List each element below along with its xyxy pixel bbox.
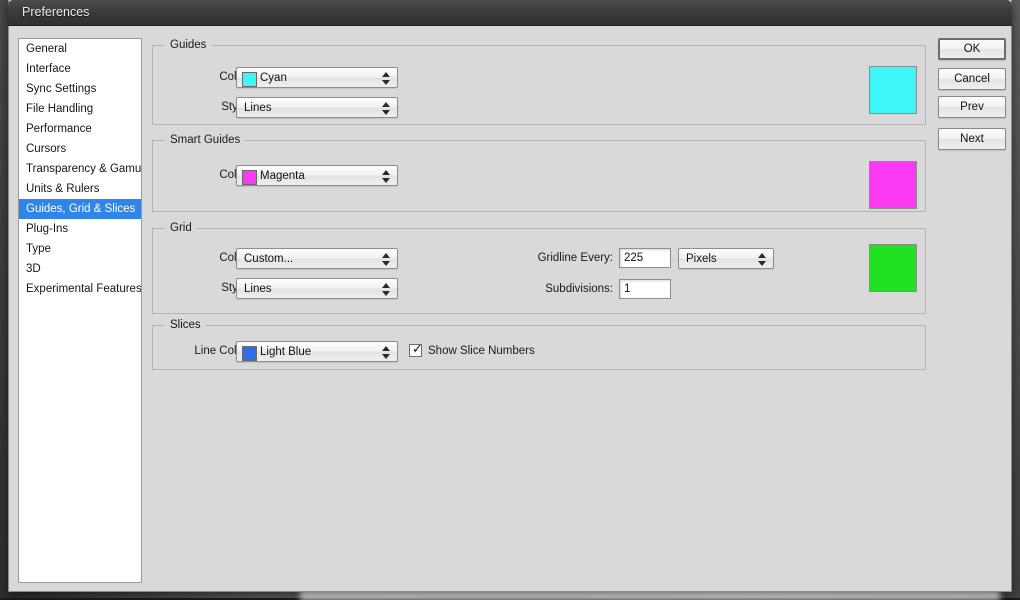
sidebar-item-sync-settings[interactable]: Sync Settings	[19, 79, 141, 99]
gridline-every-input[interactable]	[619, 248, 671, 268]
sidebar-item-cursors[interactable]: Cursors	[19, 139, 141, 159]
sidebar-item-performance[interactable]: Performance	[19, 119, 141, 139]
sidebar-item-3d[interactable]: 3D	[19, 259, 141, 279]
dialog-titlebar: Preferences	[8, 0, 1012, 26]
guides-color-swatch	[242, 72, 257, 87]
prev-button[interactable]: Prev	[938, 96, 1006, 118]
sidebar-item-label: Transparency & Gamut	[26, 163, 142, 175]
smart-guides-color-swatch	[242, 170, 257, 185]
guides-style-value: Lines	[244, 102, 272, 114]
sidebar-item-file-handling[interactable]: File Handling	[19, 99, 141, 119]
slices-line-color-select[interactable]: Light Blue	[236, 341, 398, 362]
subdivisions-label: Subdivisions:	[545, 283, 613, 295]
guides-style-select[interactable]: Lines	[236, 97, 398, 118]
sidebar-item-general[interactable]: General	[19, 39, 141, 59]
grid-color-select[interactable]: Custom...	[236, 248, 398, 269]
sidebar-item-label: Type	[26, 243, 51, 255]
sidebar-item-label: Cursors	[26, 143, 67, 155]
gridline-every-label: Gridline Every:	[537, 252, 613, 264]
sidebar-item-plug-ins[interactable]: Plug-Ins	[19, 219, 141, 239]
guides-group-title: Guides	[165, 39, 212, 51]
slices-line-color-swatch	[242, 346, 257, 361]
smart-guides-color-select[interactable]: Magenta	[236, 165, 398, 186]
chevron-updown-icon	[382, 101, 391, 116]
next-button[interactable]: Next	[938, 128, 1006, 150]
smart-guides-group-title: Smart Guides	[165, 134, 246, 146]
guides-color-select[interactable]: Cyan	[236, 67, 398, 88]
sidebar-item-guides-grid-slices[interactable]: Guides, Grid & Slices	[19, 199, 141, 219]
gridline-unit-value: Pixels	[686, 253, 717, 265]
sidebar-item-interface[interactable]: Interface	[19, 59, 141, 79]
grid-color-preview	[869, 244, 917, 292]
slices-line-color-value: Light Blue	[260, 346, 312, 358]
sidebar-item-type[interactable]: Type	[19, 239, 141, 259]
gridline-unit-select[interactable]: Pixels	[678, 248, 774, 269]
sidebar-item-experimental-features[interactable]: Experimental Features	[19, 279, 141, 299]
guides-color-value: Cyan	[260, 72, 287, 84]
chevron-updown-icon	[382, 71, 391, 86]
chevron-updown-icon	[382, 345, 391, 360]
sidebar-item-label: 3D	[26, 263, 41, 275]
sidebar-item-label: Experimental Features	[26, 283, 142, 295]
checkbox-box: ✓	[409, 342, 423, 357]
sidebar-item-label: Interface	[26, 63, 71, 75]
sidebar-item-transparency-gamut[interactable]: Transparency & Gamut	[19, 159, 141, 179]
smart-guides-color-preview	[869, 161, 917, 209]
grid-group: Grid	[152, 222, 926, 314]
chevron-updown-icon	[382, 252, 391, 267]
guides-color-preview	[869, 66, 917, 114]
sidebar-item-label: File Handling	[26, 103, 94, 115]
sidebar-item-label: Performance	[26, 123, 92, 135]
smart-guides-color-value: Magenta	[260, 170, 305, 182]
sidebar-item-label: Plug-Ins	[26, 223, 69, 235]
sidebar-item-label: Guides, Grid & Slices	[26, 203, 136, 215]
show-slice-numbers-label: Show Slice Numbers	[428, 345, 535, 357]
slices-group-title: Slices	[165, 319, 206, 331]
sidebar-item-label: Sync Settings	[26, 83, 97, 95]
chevron-updown-icon	[382, 169, 391, 184]
chevron-updown-icon	[758, 252, 767, 267]
grid-group-title: Grid	[165, 222, 197, 234]
grid-style-value: Lines	[244, 283, 272, 295]
preferences-category-list[interactable]: General Interface Sync Settings File Handli…	[18, 38, 142, 583]
sidebar-item-units-rulers[interactable]: Units & Rulers	[19, 179, 141, 199]
dialog-title: Preferences	[22, 5, 90, 19]
grid-color-value: Custom...	[244, 253, 294, 265]
ok-button[interactable]: OK	[938, 38, 1006, 60]
sidebar-item-label: General	[26, 43, 67, 55]
chevron-updown-icon	[382, 282, 391, 297]
check-icon: ✓	[412, 342, 423, 357]
sidebar-item-label: Units & Rulers	[26, 183, 100, 195]
cancel-button[interactable]: Cancel	[938, 68, 1006, 90]
grid-style-select[interactable]: Lines	[236, 278, 398, 299]
subdivisions-input[interactable]	[619, 279, 671, 299]
